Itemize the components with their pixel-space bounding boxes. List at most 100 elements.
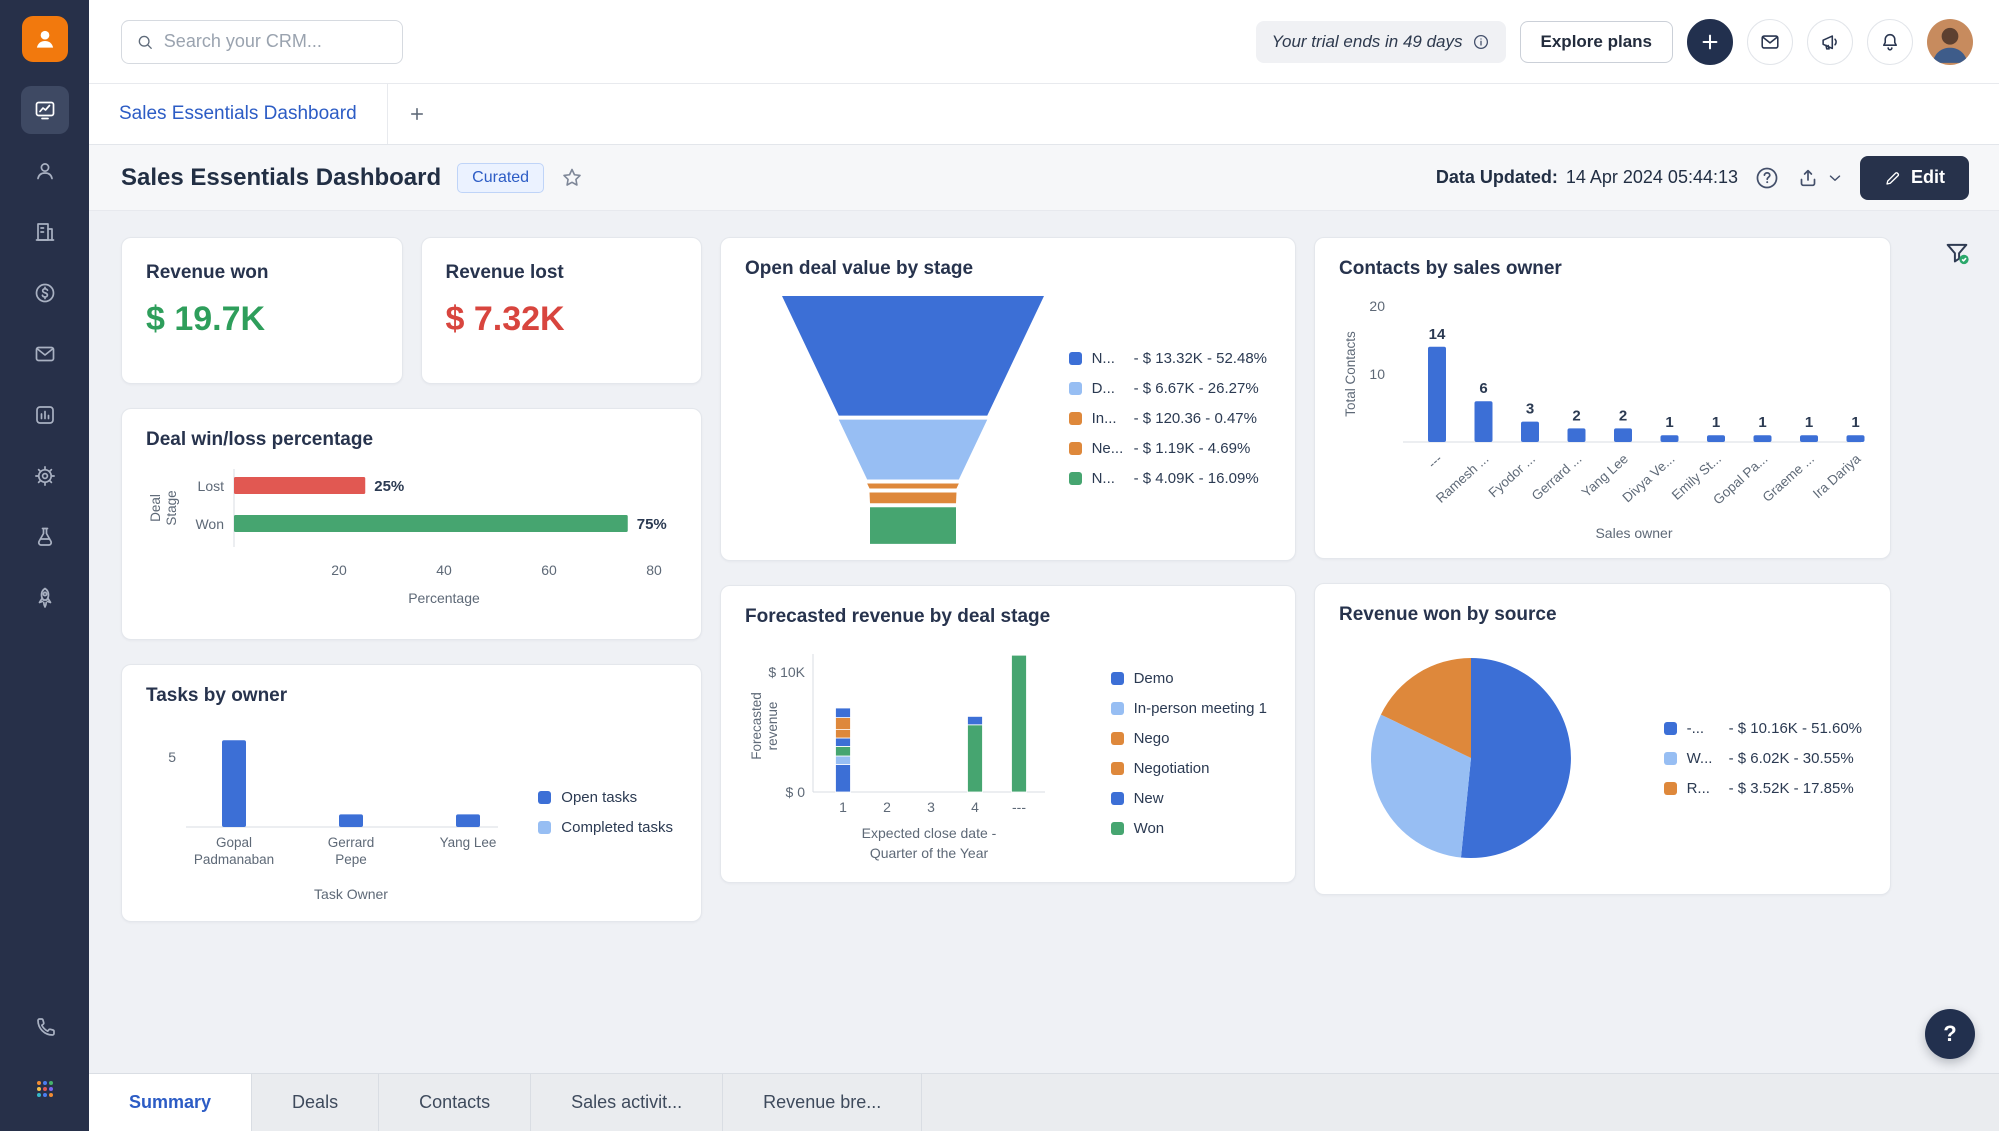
sidebar-item-labs[interactable] <box>21 513 69 561</box>
legend-item: Nego <box>1110 729 1267 747</box>
revenue-by-source-card: Revenue won by source -... - $ 10.16K - 5… <box>1314 583 1891 895</box>
legend-label: Ne... <box>1091 439 1124 457</box>
legend-swatch <box>1110 791 1124 805</box>
email-inbox-button[interactable] <box>1747 18 1793 65</box>
legend-swatch <box>538 820 552 834</box>
dashboard-filters-button[interactable] <box>1943 239 1971 267</box>
freshworks-logo[interactable] <box>21 16 68 62</box>
star-icon <box>563 168 581 186</box>
svg-text:2: 2 <box>1572 407 1580 424</box>
person-icon <box>36 163 53 180</box>
svg-text:5: 5 <box>168 749 176 765</box>
contacts-by-owner-chart: Total Contacts 10 20 14 --- 6 Ramesh ... 3 Fyodo… <box>1339 292 1866 542</box>
svg-text:40: 40 <box>436 562 452 578</box>
sidebar-item-deals[interactable] <box>21 269 69 317</box>
building-icon <box>35 223 54 241</box>
edit-dashboard-button[interactable]: Edit <box>1860 155 1969 200</box>
info-icon[interactable] <box>1472 33 1490 51</box>
bottom-tab-summary[interactable]: Summary <box>89 1074 253 1131</box>
svg-text:60: 60 <box>541 562 557 578</box>
svg-text:Won: Won <box>195 516 224 532</box>
bottom-tab-contacts[interactable]: Contacts <box>379 1074 532 1131</box>
sidebar-item-contacts[interactable] <box>21 147 69 195</box>
forecasted-revenue-chart: Forecasted revenue $ 0 $ 10K 1 2 3 4 --- Expected… <box>745 640 1271 866</box>
rocket-icon <box>38 587 51 608</box>
svg-text:10: 10 <box>1369 366 1385 382</box>
sidebar-item-phone[interactable] <box>21 1004 69 1052</box>
sidebar-item-app-switcher[interactable] <box>21 1065 69 1113</box>
card-title: Tasks by owner <box>146 685 288 706</box>
revenue-lost-card: Revenue lost $ 7.32K <box>420 237 702 384</box>
envelope-icon <box>35 346 54 362</box>
kpi-row: Revenue won $ 19.7K Revenue lost $ 7.32K <box>121 237 702 384</box>
sidebar-item-analytics[interactable] <box>21 391 69 439</box>
legend-item: -... - $ 10.16K - 51.60% <box>1663 719 1862 737</box>
help-button[interactable] <box>1754 165 1780 191</box>
legend-item: Completed tasks <box>538 819 673 836</box>
legend-value: - $ 120.36 - 0.47% <box>1133 409 1257 427</box>
legend-item: Won <box>1110 820 1267 837</box>
explore-plans-button[interactable]: Explore plans <box>1519 20 1673 63</box>
search-icon <box>138 35 152 49</box>
user-avatar[interactable] <box>1927 18 1973 65</box>
svg-text:1: 1 <box>1851 414 1859 431</box>
svg-text:20: 20 <box>331 562 347 578</box>
svg-text:Gerrard ...: Gerrard ... <box>1529 451 1585 503</box>
svg-text:Stage: Stage <box>164 490 179 525</box>
svg-text:80: 80 <box>646 562 662 578</box>
question-icon <box>1756 167 1778 188</box>
data-updated: Data Updated: 14 Apr 2024 05:44:13 <box>1436 167 1738 188</box>
gear-icon <box>34 466 55 486</box>
export-share-button[interactable] <box>1796 166 1820 190</box>
pencil-icon <box>1886 171 1900 185</box>
svg-text:Lost: Lost <box>198 478 225 494</box>
legend-swatch <box>1068 411 1082 425</box>
legend-swatch <box>1068 471 1082 485</box>
topbar-actions: Your trial ends in 49 days Explore plans <box>1255 18 1973 65</box>
deal-win-loss-chart: Deal Stage Lost Won 25% 75% 20 40 60 80 Percentage <box>146 463 677 623</box>
sidebar-item-rocket[interactable] <box>21 574 69 622</box>
sidebar-item-email[interactable] <box>21 330 69 378</box>
sidebar-item-accounts[interactable] <box>21 208 69 256</box>
legend-item: N... - $ 13.32K - 52.48% <box>1068 350 1267 367</box>
plus-icon <box>410 108 423 120</box>
sidebar-item-settings[interactable] <box>21 452 69 500</box>
search-box[interactable] <box>121 19 403 64</box>
legend-label: -... <box>1686 719 1705 737</box>
help-fab-button[interactable]: ? <box>1925 1009 1975 1059</box>
bottom-tab-revenue-bre[interactable]: Revenue bre... <box>723 1074 923 1131</box>
legend-label: R... <box>1686 779 1710 797</box>
whats-new-button[interactable] <box>1807 18 1853 65</box>
crm-app: Your trial ends in 49 days Explore plans <box>0 0 1999 1131</box>
chart-legend: Demo In-person meeting 1 Nego Negotiation Ne… <box>1110 670 1271 837</box>
bar-chart-icon <box>35 406 54 424</box>
svg-text:3: 3 <box>1526 401 1534 418</box>
legend-value: - $ 6.02K - 30.55% <box>1728 749 1854 767</box>
notifications-button[interactable] <box>1867 18 1913 65</box>
dollar-icon <box>35 283 54 303</box>
legend-swatch <box>1663 781 1677 795</box>
legend-swatch <box>1068 351 1082 365</box>
svg-text:Gopal: Gopal <box>216 835 252 850</box>
bottom-tab-deals[interactable]: Deals <box>252 1074 380 1131</box>
svg-text:75%: 75% <box>637 516 667 533</box>
card-title: Deal win/loss percentage <box>146 429 374 450</box>
sidebar-item-dashboard[interactable] <box>20 86 69 134</box>
legend-label: D... <box>1091 379 1115 397</box>
quick-add-button[interactable] <box>1687 18 1733 65</box>
favorite-star-button[interactable] <box>560 166 584 190</box>
page-header: Sales Essentials Dashboard Curated Data … <box>89 145 1999 211</box>
legend-swatch <box>1663 751 1677 765</box>
tab-sales-essentials-dashboard[interactable]: Sales Essentials Dashboard <box>89 84 388 144</box>
curated-badge: Curated <box>457 162 545 193</box>
add-tab-button[interactable] <box>388 84 446 144</box>
search-input[interactable] <box>163 31 388 52</box>
bottom-tab-sales-activit[interactable]: Sales activit... <box>531 1074 724 1131</box>
legend-value: - $ 10.16K - 51.60% <box>1728 719 1862 737</box>
export-chevron-button[interactable] <box>1826 169 1844 187</box>
legend-item: N... - $ 4.09K - 16.09% <box>1068 470 1267 487</box>
main-area: Your trial ends in 49 days Explore plans <box>89 0 1999 1131</box>
legend-label: Nego <box>1133 729 1170 747</box>
revenue-lost-value: $ 7.32K <box>445 300 565 338</box>
legend-item: D... - $ 6.67K - 26.27% <box>1068 379 1267 397</box>
